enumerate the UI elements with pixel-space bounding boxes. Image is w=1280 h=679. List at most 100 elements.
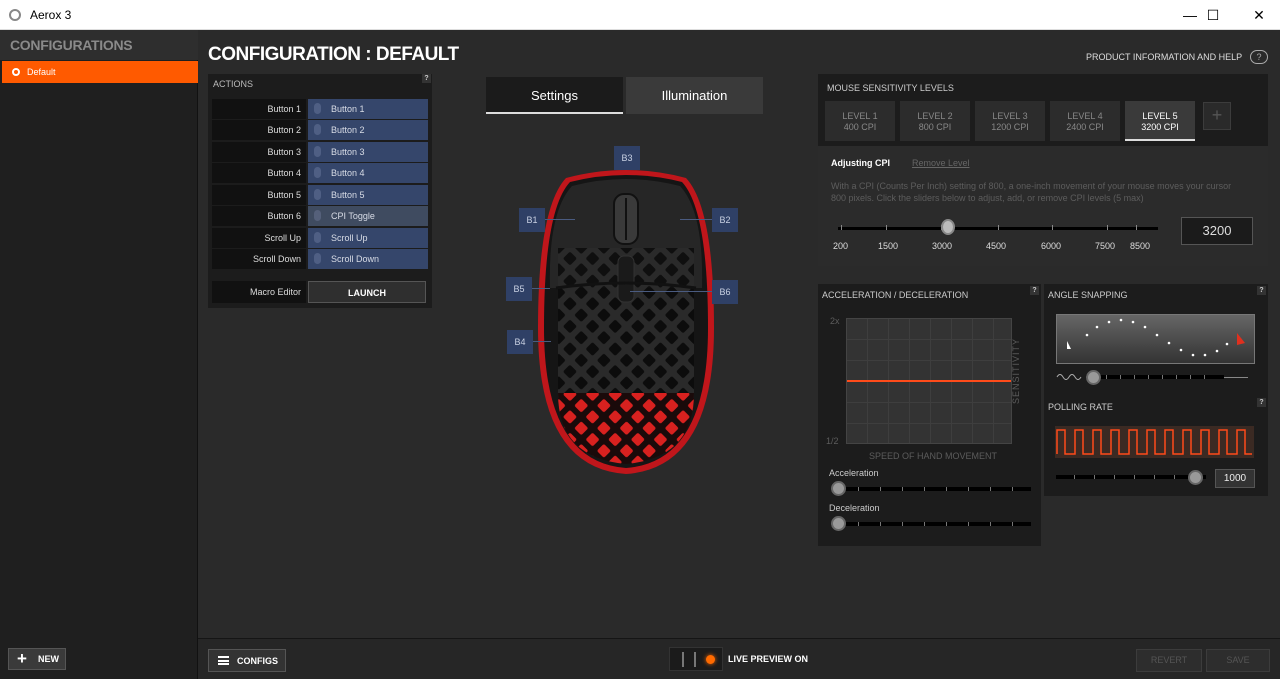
slider-tick <box>1176 375 1177 379</box>
mouse-button-b2[interactable]: B2 <box>712 208 738 232</box>
slider-tick <box>1204 375 1205 379</box>
new-config-button[interactable]: + NEW <box>8 648 66 670</box>
action-row: Button 3 Button 3 <box>212 142 428 162</box>
grid-line <box>847 423 1011 424</box>
slider-tick <box>924 487 925 491</box>
launch-button[interactable]: LAUNCH <box>308 281 426 303</box>
config-item-label: Default <box>27 67 56 77</box>
action-value-label: Button 2 <box>331 125 365 135</box>
mouse-button-b4[interactable]: B4 <box>507 330 533 354</box>
y-axis-bottom-label: 1/2 <box>826 436 839 446</box>
cpi-value-input[interactable]: 3200 <box>1181 217 1253 245</box>
cpi-level-2[interactable]: LEVEL 2 800 CPI <box>900 101 970 141</box>
mouse-button-b6[interactable]: B6 <box>712 280 738 304</box>
action-row: Button 5 Button 5 <box>212 185 428 205</box>
macro-editor-row: Macro Editor LAUNCH <box>212 281 428 303</box>
cpi-scale-label: 200 <box>833 241 849 251</box>
cpi-icon <box>314 210 321 221</box>
level-name: LEVEL 3 <box>992 111 1028 121</box>
tab-illumination[interactable]: Illumination <box>626 77 763 114</box>
action-value-button[interactable]: Scroll Down <box>308 249 428 269</box>
action-row: Button 6 CPI Toggle <box>212 206 428 226</box>
action-value-button[interactable]: Button 5 <box>308 185 428 205</box>
wave-icon <box>1056 374 1082 380</box>
action-value-button[interactable]: Button 1 <box>308 99 428 119</box>
angle-snapping-help-icon[interactable]: ? <box>1257 286 1266 295</box>
x-axis-label: SPEED OF HAND MOVEMENT <box>869 451 998 461</box>
help-cloud-icon[interactable]: ? <box>1250 50 1268 64</box>
revert-button[interactable]: REVERT <box>1136 649 1202 672</box>
cpi-scale-label: 6000 <box>1041 241 1062 251</box>
window-title: Aerox 3 <box>30 8 72 22</box>
macro-editor-label: Macro Editor <box>212 281 306 303</box>
cpi-scale-label: 8500 <box>1130 241 1151 251</box>
slider-tick <box>1174 475 1175 479</box>
y-axis-top-label: 2x <box>830 316 840 326</box>
deceleration-slider-track[interactable] <box>831 522 1031 526</box>
plus-icon: + <box>17 649 27 668</box>
cpi-level-4[interactable]: LEVEL 4 2400 CPI <box>1050 101 1120 141</box>
polling-slider-thumb[interactable] <box>1188 470 1203 485</box>
action-value-label: Button 1 <box>331 104 365 114</box>
action-label: Button 3 <box>212 142 306 162</box>
grid-line <box>847 339 1011 340</box>
mouse-button-b1[interactable]: B1 <box>519 208 545 232</box>
slider-tick <box>1012 522 1013 526</box>
actions-panel: ACTIONS ? Button 1 Button 1 Button 2 But… <box>208 74 432 308</box>
live-preview-toggle[interactable] <box>669 647 723 671</box>
mouse-button-b3[interactable]: B3 <box>614 146 640 170</box>
cpi-level-3[interactable]: LEVEL 3 1200 CPI <box>975 101 1045 141</box>
slider-tick <box>880 522 881 526</box>
angle-snapping-panel: ANGLE SNAPPING ? <box>1044 284 1268 396</box>
action-value-button[interactable]: Scroll Up <box>308 228 428 248</box>
polling-slider-track[interactable] <box>1056 475 1206 479</box>
cpi-level-1[interactable]: LEVEL 1 400 CPI <box>825 101 895 141</box>
action-label: Button 6 <box>212 206 306 226</box>
polling-rate-value[interactable]: 1000 <box>1215 469 1255 488</box>
slider-tick <box>880 487 881 491</box>
toggle-grip-icon <box>682 652 696 667</box>
action-value-button[interactable]: Button 4 <box>308 163 428 183</box>
cpi-scale-label: 7500 <box>1095 241 1116 251</box>
maximize-button[interactable]: ☐ <box>1190 0 1236 30</box>
slider-tick <box>886 225 887 230</box>
save-button[interactable]: SAVE <box>1206 649 1270 672</box>
close-button[interactable]: ✕ <box>1236 0 1280 30</box>
action-value-button[interactable]: Button 3 <box>308 142 428 162</box>
acceleration-header: ACCELERATION / DECELERATION <box>822 290 969 300</box>
slider-tick <box>858 487 859 491</box>
cpi-adjust-area: Adjusting CPI Remove Level With a CPI (C… <box>818 146 1268 266</box>
sensitivity-panel: MOUSE SENSITIVITY LEVELS LEVEL 1 400 CPI … <box>818 74 1268 266</box>
acceleration-slider-track[interactable] <box>831 487 1031 491</box>
actions-help-icon[interactable]: ? <box>422 74 431 83</box>
slider-tick <box>1136 225 1137 230</box>
acceleration-curve <box>847 380 1011 382</box>
polling-help-icon[interactable]: ? <box>1257 398 1266 407</box>
acceleration-help-icon[interactable]: ? <box>1030 286 1039 295</box>
cpi-level-5[interactable]: LEVEL 5 3200 CPI <box>1125 101 1195 141</box>
cpi-scale-label: 4500 <box>986 241 1007 251</box>
angle-snapping-wave <box>1067 318 1245 357</box>
action-value-button[interactable]: Button 2 <box>308 120 428 140</box>
deceleration-slider-thumb[interactable] <box>831 516 846 531</box>
remove-level-link[interactable]: Remove Level <box>912 158 970 168</box>
configs-button[interactable]: CONFIGS <box>208 649 286 672</box>
mouse-button-b5[interactable]: B5 <box>506 277 532 301</box>
config-item-default[interactable]: Default <box>2 61 198 83</box>
slider-tick <box>902 487 903 491</box>
cpi-slider-thumb[interactable] <box>941 219 955 235</box>
angle-snapping-slider-thumb[interactable] <box>1086 370 1101 385</box>
acceleration-slider-thumb[interactable] <box>831 481 846 496</box>
slider-tick <box>1120 375 1121 379</box>
new-config-label: NEW <box>38 654 59 664</box>
level-cpi: 3200 CPI <box>1141 122 1179 132</box>
cpi-description: With a CPI (Counts Per Inch) setting of … <box>831 181 1232 203</box>
slider-tick <box>1094 475 1095 479</box>
action-value-label: Scroll Down <box>331 254 380 264</box>
add-level-button[interactable]: + <box>1203 102 1231 130</box>
tab-settings[interactable]: Settings <box>486 77 623 114</box>
action-value-button[interactable]: CPI Toggle <box>308 206 428 226</box>
slider-tick <box>1154 475 1155 479</box>
level-cpi: 2400 CPI <box>1066 122 1104 132</box>
product-info-link[interactable]: PRODUCT INFORMATION AND HELP <box>1086 52 1242 62</box>
